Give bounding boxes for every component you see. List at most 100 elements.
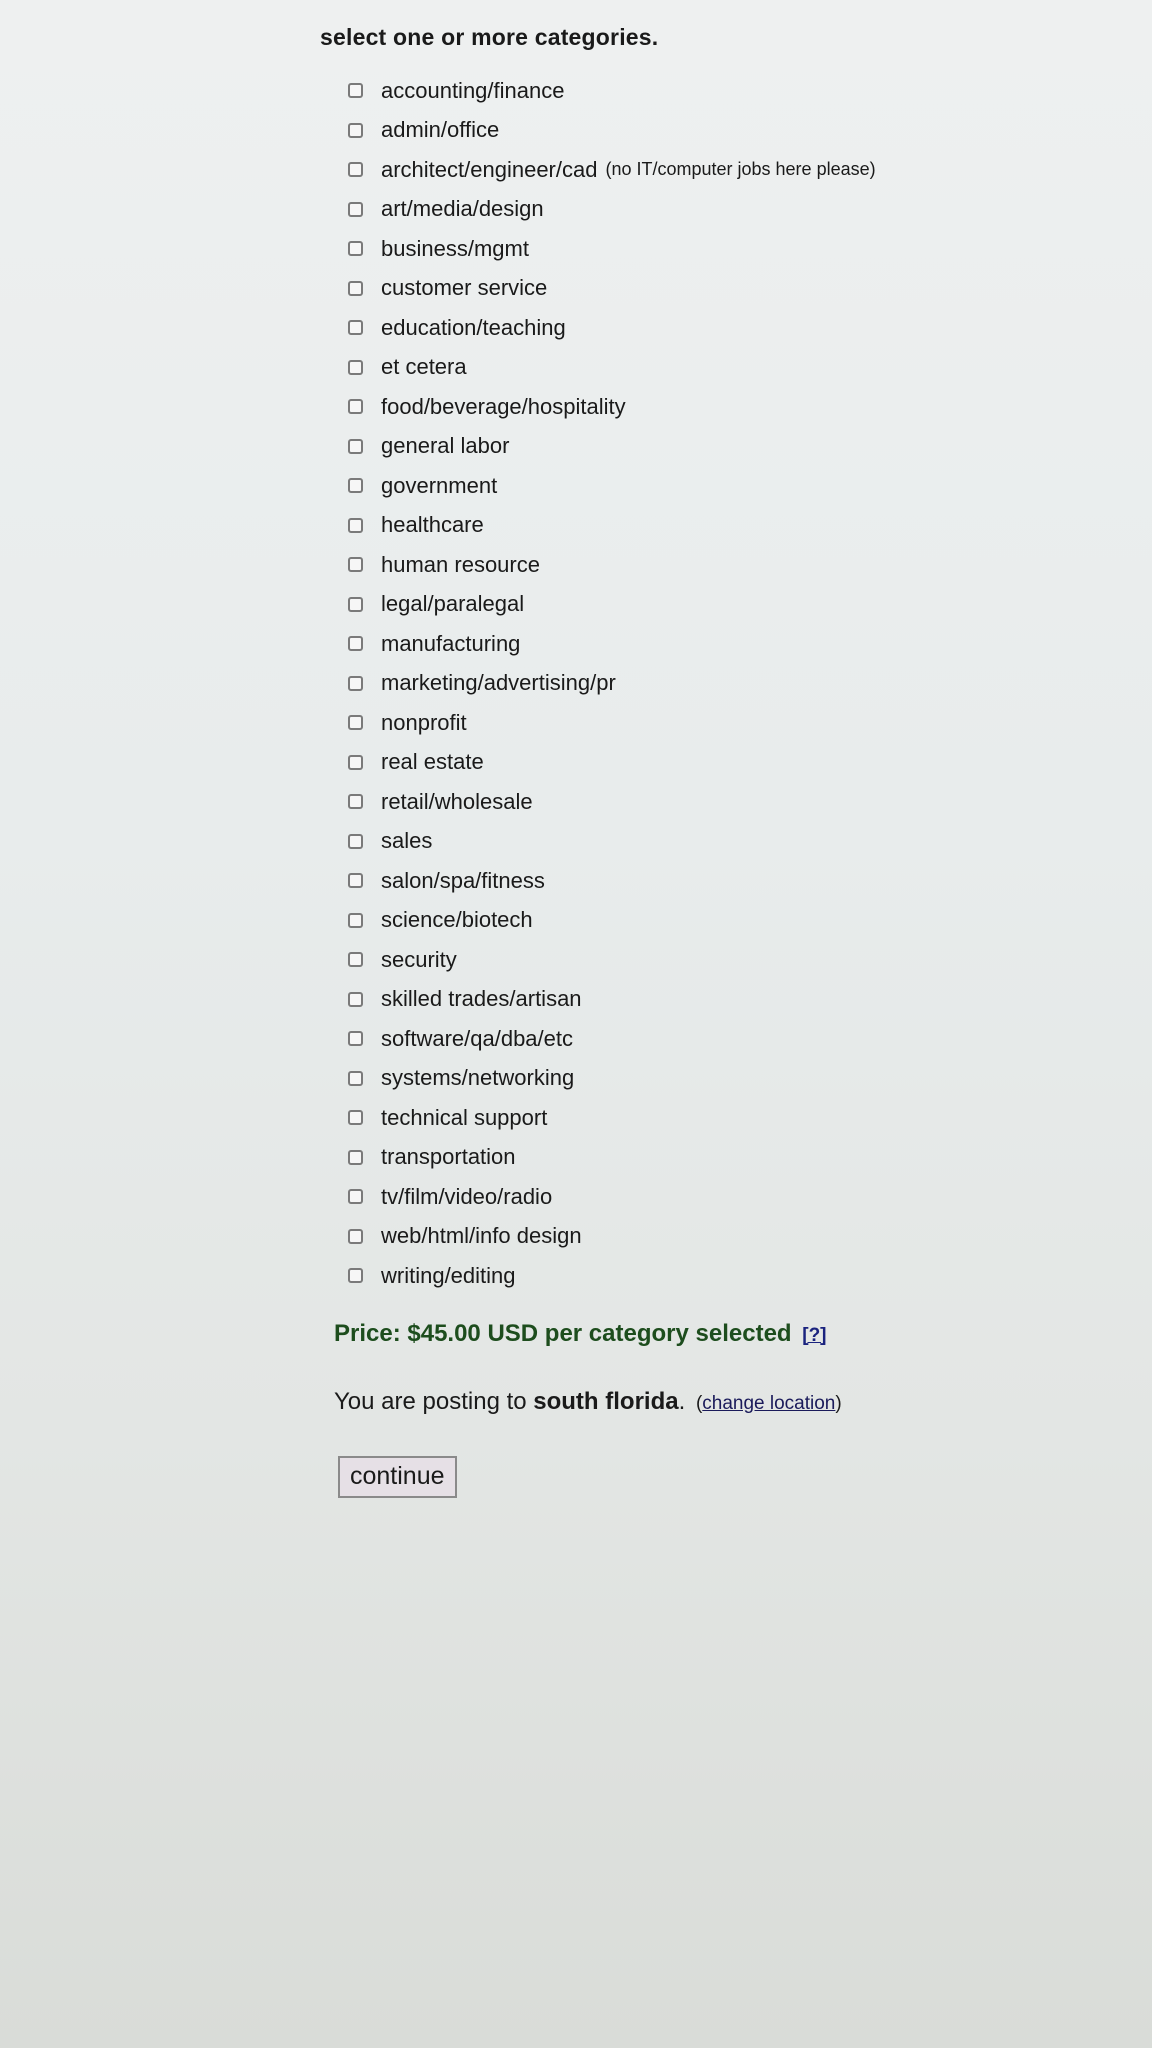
category-checkbox[interactable] xyxy=(348,873,363,889)
category-item[interactable]: healthcare xyxy=(348,506,1120,546)
category-checkbox[interactable] xyxy=(348,794,363,810)
category-checkbox[interactable] xyxy=(348,83,363,99)
category-item[interactable]: security xyxy=(348,940,1120,980)
category-item[interactable]: architect/engineer/cad (no IT/computer jo… xyxy=(348,150,1120,190)
category-label: sales xyxy=(381,828,433,854)
category-checkbox[interactable] xyxy=(348,596,363,612)
category-item[interactable]: transportation xyxy=(348,1138,1120,1178)
category-label: real estate xyxy=(381,749,484,775)
category-checkbox[interactable] xyxy=(348,517,363,533)
category-checkbox[interactable] xyxy=(348,1110,363,1126)
category-checkbox[interactable] xyxy=(348,122,363,138)
continue-button[interactable]: continue xyxy=(338,1455,457,1498)
category-label: science/biotech xyxy=(381,907,533,933)
category-label: systems/networking xyxy=(381,1065,575,1091)
category-label: web/html/info design xyxy=(381,1223,582,1249)
category-checkbox[interactable] xyxy=(348,991,363,1007)
category-checkbox[interactable] xyxy=(348,1228,363,1244)
category-label: architect/engineer/cad xyxy=(381,156,598,182)
category-item[interactable]: general labor xyxy=(348,427,1120,467)
category-item[interactable]: human resource xyxy=(348,545,1120,585)
category-checkbox[interactable] xyxy=(348,636,363,652)
category-checkbox[interactable] xyxy=(348,1070,363,1086)
category-item[interactable]: retail/wholesale xyxy=(348,782,1120,822)
category-checkbox[interactable] xyxy=(348,280,363,296)
category-label: retail/wholesale xyxy=(381,788,533,814)
category-item[interactable]: education/teaching xyxy=(348,308,1120,348)
change-location: (change location) xyxy=(696,1393,842,1414)
category-checkbox[interactable] xyxy=(348,912,363,928)
category-checkbox[interactable] xyxy=(348,438,363,454)
category-label: software/qa/dba/etc xyxy=(381,1025,574,1051)
category-label: food/beverage/hospitality xyxy=(381,393,626,419)
category-label: et cetera xyxy=(381,354,467,380)
category-label: salon/spa/fitness xyxy=(381,867,545,893)
category-item[interactable]: marketing/advertising/pr xyxy=(348,664,1120,704)
location-suffix: . xyxy=(678,1387,686,1415)
category-item[interactable]: real estate xyxy=(348,743,1120,783)
change-close-paren: ) xyxy=(835,1392,842,1414)
category-item[interactable]: writing/editing xyxy=(348,1256,1120,1296)
category-label: education/teaching xyxy=(381,314,566,340)
category-item[interactable]: art/media/design xyxy=(348,190,1120,230)
category-checkbox[interactable] xyxy=(348,1149,363,1165)
category-item[interactable]: tv/film/video/radio xyxy=(348,1177,1120,1217)
category-item[interactable]: salon/spa/fitness xyxy=(348,861,1120,901)
category-checkbox[interactable] xyxy=(348,399,363,415)
category-checkbox[interactable] xyxy=(348,557,363,573)
category-label: technical support xyxy=(381,1104,548,1130)
post-category-form: select one or more categories. accountin… xyxy=(320,24,1120,1498)
category-label: tv/film/video/radio xyxy=(381,1183,553,1209)
page-heading: select one or more categories. xyxy=(320,24,659,50)
price-text: Price: $45.00 USD per category selected xyxy=(334,1319,792,1347)
category-checkbox[interactable] xyxy=(348,162,363,178)
category-label: general labor xyxy=(381,433,510,459)
category-item[interactable]: manufacturing xyxy=(348,624,1120,664)
category-checkbox[interactable] xyxy=(348,1189,363,1205)
category-checkbox[interactable] xyxy=(348,201,363,217)
category-checkbox[interactable] xyxy=(348,359,363,375)
category-item[interactable]: web/html/info design xyxy=(348,1217,1120,1257)
category-item[interactable]: business/mgmt xyxy=(348,229,1120,269)
category-item[interactable]: customer service xyxy=(348,269,1120,309)
category-item[interactable]: systems/networking xyxy=(348,1059,1120,1099)
category-label: nonprofit xyxy=(381,709,467,735)
category-label: skilled trades/artisan xyxy=(381,986,582,1012)
category-item[interactable]: et cetera xyxy=(348,348,1120,388)
category-label: admin/office xyxy=(381,117,500,143)
category-checkbox[interactable] xyxy=(348,675,363,691)
category-checkbox[interactable] xyxy=(348,1268,363,1284)
category-item[interactable]: food/beverage/hospitality xyxy=(348,387,1120,427)
category-label: marketing/advertising/pr xyxy=(381,670,616,696)
category-item[interactable]: admin/office xyxy=(348,111,1120,151)
category-label: customer service xyxy=(381,275,548,301)
category-checkbox[interactable] xyxy=(348,952,363,968)
category-item[interactable]: legal/paralegal xyxy=(348,585,1120,625)
category-item[interactable]: nonprofit xyxy=(348,703,1120,743)
category-item[interactable]: sales xyxy=(348,822,1120,862)
category-label: business/mgmt xyxy=(381,235,529,261)
category-checkbox[interactable] xyxy=(348,478,363,494)
category-item[interactable]: science/biotech xyxy=(348,901,1120,941)
category-item[interactable]: government xyxy=(348,466,1120,506)
category-checkbox[interactable] xyxy=(348,833,363,849)
change-location-link[interactable]: change location xyxy=(702,1393,835,1414)
category-label: healthcare xyxy=(381,512,484,538)
category-checkbox[interactable] xyxy=(348,754,363,770)
category-item[interactable]: technical support xyxy=(348,1098,1120,1138)
location-line: You are posting to south florida. (chang… xyxy=(334,1388,1120,1416)
category-label: writing/editing xyxy=(381,1262,516,1288)
price-help-link[interactable]: [?] xyxy=(802,1325,826,1346)
category-checkbox[interactable] xyxy=(348,1031,363,1047)
category-checkbox[interactable] xyxy=(348,241,363,257)
price-line: Price: $45.00 USD per category selected … xyxy=(334,1320,1120,1348)
category-note: (no IT/computer jobs here please) xyxy=(605,159,876,180)
category-label: human resource xyxy=(381,551,540,577)
category-item[interactable]: skilled trades/artisan xyxy=(348,980,1120,1020)
category-item[interactable]: software/qa/dba/etc xyxy=(348,1019,1120,1059)
category-item[interactable]: accounting/finance xyxy=(348,71,1120,111)
category-checkbox[interactable] xyxy=(348,715,363,731)
category-checkbox[interactable] xyxy=(348,320,363,336)
category-label: legal/paralegal xyxy=(381,591,525,617)
location-name: south florida xyxy=(533,1387,679,1415)
